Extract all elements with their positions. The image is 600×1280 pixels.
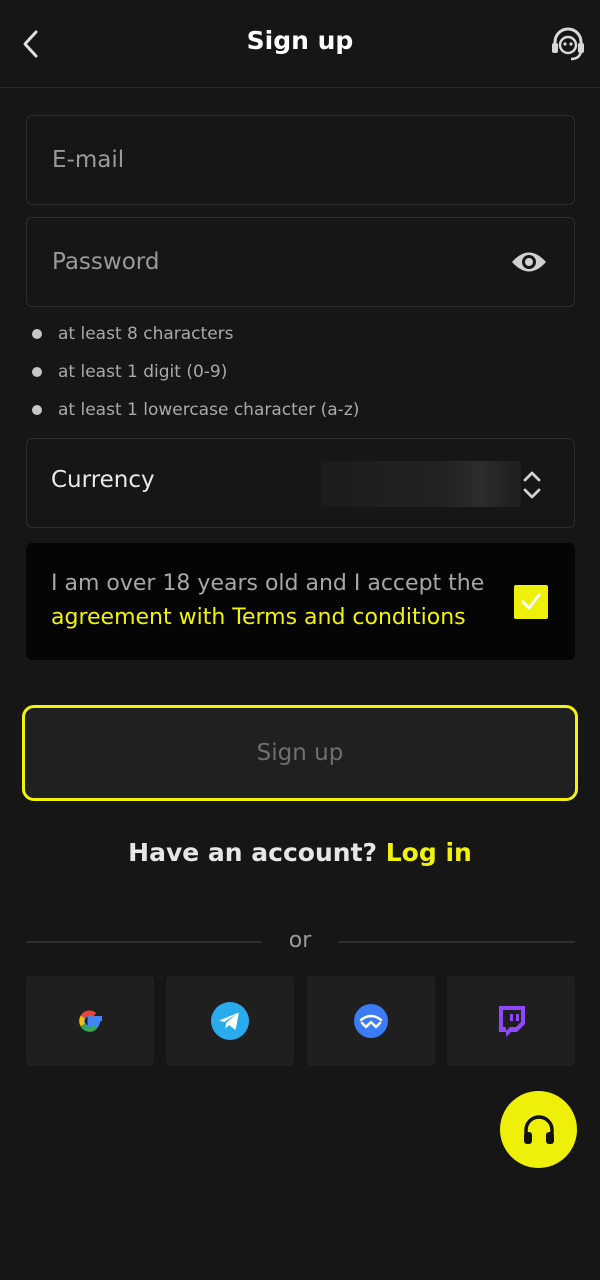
bullet-icon (32, 329, 42, 339)
terms-prefix: I am over 18 years old and I accept the (51, 571, 485, 596)
terms-checkbox[interactable] (514, 585, 548, 619)
walletconnect-login-button[interactable] (307, 976, 435, 1066)
telegram-icon (211, 1002, 249, 1040)
top-bar: Sign up (0, 0, 600, 88)
google-icon (79, 1010, 102, 1032)
terms-agreement: I am over 18 years old and I accept the … (26, 543, 575, 660)
currency-field: Currency (26, 438, 575, 528)
email-input[interactable] (27, 116, 574, 204)
currency-label: Currency (51, 467, 155, 493)
bullet-icon (32, 367, 42, 377)
telegram-login-button[interactable] (166, 976, 294, 1066)
currency-select[interactable] (321, 461, 521, 507)
sign-up-button[interactable]: Sign up (22, 705, 578, 801)
show-password-button[interactable] (510, 247, 548, 277)
currency-dropdown-button[interactable] (521, 469, 543, 501)
password-rule-text: at least 8 characters (58, 324, 234, 344)
password-rule: at least 1 digit (0-9) (32, 354, 432, 390)
email-field-container (26, 115, 575, 205)
divider-or: or (288, 928, 312, 953)
support-button[interactable] (546, 24, 590, 64)
password-input[interactable] (27, 218, 574, 306)
eye-icon (512, 252, 546, 272)
terms-link[interactable]: agreement with Terms and conditions (51, 605, 466, 630)
headset-support-icon (552, 27, 584, 61)
support-chat-button[interactable] (500, 1091, 577, 1168)
password-field-container (26, 217, 575, 307)
chevron-up-down-icon (523, 471, 541, 499)
divider-line (26, 941, 262, 943)
checkmark-icon (521, 593, 541, 610)
password-rule: at least 1 lowercase character (a-z) (32, 392, 432, 428)
twitch-icon (499, 1006, 525, 1037)
headphones-icon (523, 1114, 554, 1144)
twitch-login-button[interactable] (447, 976, 575, 1066)
password-rule-text: at least 1 digit (0-9) (58, 362, 228, 382)
login-prompt-text: Have an account? (128, 838, 378, 867)
walletconnect-icon (354, 1004, 388, 1038)
divider-line (338, 941, 575, 943)
bullet-icon (32, 405, 42, 415)
password-rule-text: at least 1 lowercase character (a-z) (58, 400, 360, 420)
google-login-button[interactable] (26, 976, 154, 1066)
page-title: Sign up (246, 26, 354, 55)
login-prompt: Have an account? Log in (0, 838, 600, 867)
login-link[interactable]: Log in (386, 838, 472, 867)
password-rule: at least 8 characters (32, 316, 432, 352)
terms-text: I am over 18 years old and I accept the … (51, 567, 511, 635)
